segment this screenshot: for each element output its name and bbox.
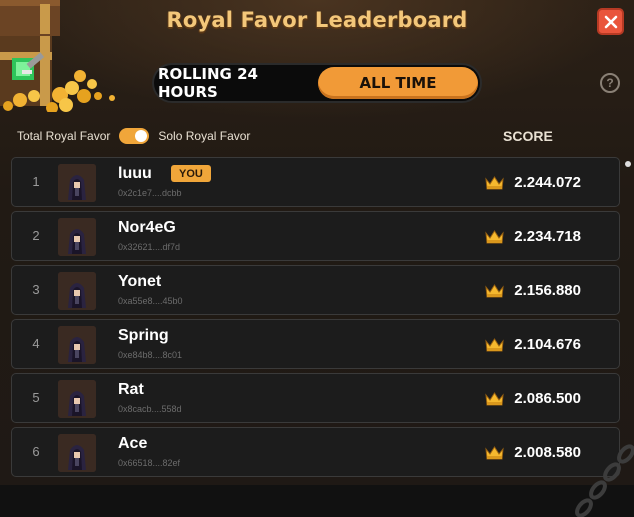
avatar <box>58 272 96 310</box>
player-address: 0x66518....82ef <box>118 458 181 468</box>
bottom-strip <box>0 485 634 517</box>
avatar <box>58 434 96 472</box>
score: 2.086.500 <box>485 390 581 407</box>
question-icon: ? <box>606 76 614 90</box>
crown-icon <box>485 229 504 243</box>
player-name: Ace <box>118 435 148 452</box>
player-name: Spring <box>118 327 169 344</box>
score-column-header: SCORE <box>503 128 553 144</box>
table-row[interactable]: 6 Ace 0x66518....82ef 2.008.580 <box>11 427 620 477</box>
rank: 3 <box>32 282 40 297</box>
close-icon <box>604 15 617 28</box>
tab-rolling-24-hours[interactable]: ROLLING 24 HOURS <box>158 65 318 101</box>
avatar <box>58 326 96 364</box>
table-row[interactable]: 5 Rat 0x8cacb....558d 2.086.500 <box>11 373 620 423</box>
hooded-figure-icon <box>58 272 96 310</box>
rank: 5 <box>32 390 40 405</box>
table-row[interactable]: 1 luuu YOU 0x2c1e7....dcbb 2.244.072 <box>11 157 620 207</box>
table-row[interactable]: 4 Spring 0xe84b8....8c01 2.104.676 <box>11 319 620 369</box>
score-value: 2.234.718 <box>514 228 581 245</box>
rank: 6 <box>32 444 40 459</box>
score-value: 2.104.676 <box>514 336 581 353</box>
rank: 1 <box>32 174 40 189</box>
hooded-figure-icon <box>58 434 96 472</box>
crown-icon <box>485 445 504 459</box>
crown-icon <box>485 175 504 189</box>
hooded-figure-icon <box>58 164 96 202</box>
rank: 2 <box>32 228 40 243</box>
page-title: Royal Favor Leaderboard <box>166 8 468 32</box>
score: 2.104.676 <box>485 336 581 353</box>
you-badge: YOU <box>171 165 211 182</box>
score: 2.156.880 <box>485 282 581 299</box>
hooded-figure-icon <box>58 326 96 364</box>
switch-knob <box>135 130 148 142</box>
time-range-toggle: ROLLING 24 HOURS ALL TIME <box>152 63 482 103</box>
tab-all-time[interactable]: ALL TIME <box>318 67 478 99</box>
scrollbar-thumb[interactable] <box>625 161 631 167</box>
player-address: 0x8cacb....558d <box>118 404 182 414</box>
hooded-figure-icon <box>58 380 96 418</box>
score: 2.244.072 <box>485 174 581 191</box>
close-button[interactable] <box>597 8 624 35</box>
crown-icon <box>485 391 504 405</box>
crown-icon <box>485 283 504 297</box>
player-address: 0x32621....df7d <box>118 242 181 252</box>
chain-decoration-icon <box>575 444 634 517</box>
player-address: 0xe84b8....8c01 <box>118 350 183 360</box>
rank: 4 <box>32 336 40 351</box>
table-row[interactable]: 3 Yonet 0xa55e8....45b0 2.156.880 <box>11 265 620 315</box>
player-name: Rat <box>118 381 144 398</box>
player-address: 0x2c1e7....dcbb <box>118 188 182 198</box>
help-button[interactable]: ? <box>600 73 620 93</box>
player-name: luuu <box>118 165 152 182</box>
score-value: 2.156.880 <box>514 282 581 299</box>
table-row[interactable]: 2 Nor4eG 0x32621....df7d 2.234.718 <box>11 211 620 261</box>
solo-royal-favor-label: Solo Royal Favor <box>158 129 251 143</box>
crown-icon <box>485 337 504 351</box>
avatar <box>58 164 96 202</box>
hooded-figure-icon <box>58 218 96 256</box>
score-value: 2.244.072 <box>514 174 581 191</box>
player-address: 0xa55e8....45b0 <box>118 296 183 306</box>
score-value: 2.086.500 <box>514 390 581 407</box>
score: 2.234.718 <box>485 228 581 245</box>
avatar <box>58 218 96 256</box>
player-name: Nor4eG <box>118 219 176 236</box>
favor-type-switch[interactable] <box>119 128 150 144</box>
total-royal-favor-label: Total Royal Favor <box>17 129 111 143</box>
favor-type-switch-row: Total Royal Favor Solo Royal Favor <box>17 128 250 144</box>
avatar <box>58 380 96 418</box>
player-name: Yonet <box>118 273 162 290</box>
